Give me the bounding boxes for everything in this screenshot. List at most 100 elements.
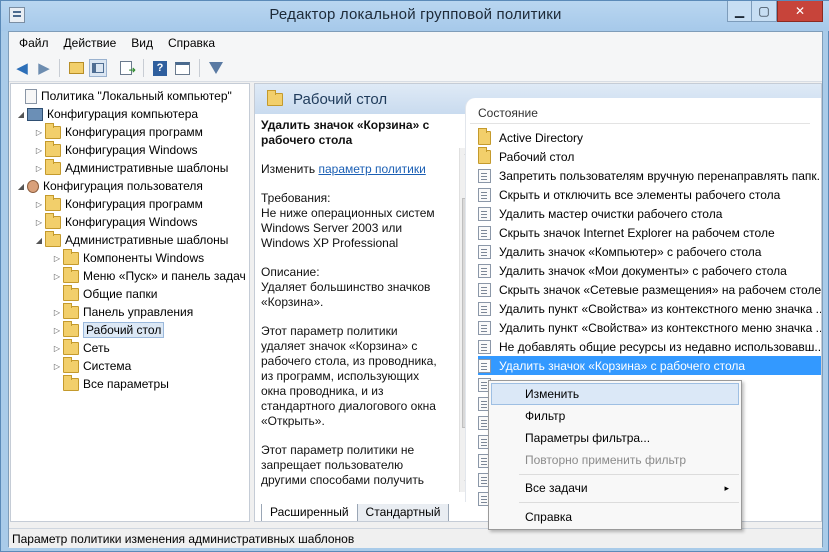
menu-item-edit[interactable]: Изменить <box>491 383 739 405</box>
title-bar[interactable]: Редактор локальной групповой политики ▁ … <box>1 1 829 31</box>
list-item[interactable]: Не добавлять общие ресурсы из недавно ис… <box>478 337 821 356</box>
properties-icon[interactable] <box>173 59 191 77</box>
list-item[interactable]: Скрыть и отключить все элементы рабочего… <box>478 185 780 204</box>
tree-node-label: Панель управления <box>83 305 194 319</box>
collapse-arrow-icon[interactable]: ◢ <box>15 110 27 119</box>
list-item[interactable]: Удалить пункт «Свойства» из контекстного… <box>478 318 821 337</box>
list-item[interactable]: Удалить значок «Корзина» с рабочего стол… <box>478 356 821 375</box>
list-item[interactable]: Рабочий стол <box>478 146 574 166</box>
menu-item-filter[interactable]: Фильтр <box>491 405 739 427</box>
toolbar-separator <box>143 59 144 77</box>
list-item-label: Active Directory <box>499 130 584 145</box>
collapse-arrow-icon[interactable]: ◢ <box>15 182 27 191</box>
tree-node-cc-admin[interactable]: ▷ Административные шаблоны <box>33 158 228 177</box>
tree-node-desktop[interactable]: ▷ Рабочий стол <box>51 320 165 339</box>
expand-arrow-icon[interactable]: ▷ <box>51 254 63 263</box>
filter-icon[interactable] <box>207 59 225 77</box>
help-icon[interactable]: ? <box>151 59 169 77</box>
list-item-label: Удалить пункт «Свойства» из контекстного… <box>499 301 822 316</box>
tree-node-system[interactable]: ▷ Система <box>51 356 131 375</box>
tree-node-components[interactable]: ▷ Компоненты Windows <box>51 248 204 267</box>
console-tree: Политика "Локальный компьютер" ◢ Конфигу… <box>10 83 250 522</box>
list-item[interactable]: Скрыть значок «Сетевые размещения» на ра… <box>478 280 821 299</box>
close-button[interactable]: ✕ <box>777 1 823 22</box>
list-item[interactable]: Удалить значок «Компьютер» с рабочего ст… <box>478 242 761 261</box>
policy-setting-icon <box>478 244 491 259</box>
policy-setting-icon <box>478 206 491 221</box>
export-list-icon[interactable]: ➜ <box>117 59 136 77</box>
list-item-label: Скрыть значок Internet Explorer на рабоч… <box>499 225 775 240</box>
expand-arrow-icon[interactable]: ▷ <box>33 128 45 137</box>
list-item[interactable]: Active Directory <box>478 127 584 147</box>
requirements-text: Требования: Не ниже операционных систем … <box>261 191 435 250</box>
expand-arrow-icon[interactable]: ▷ <box>51 326 63 335</box>
menu-item-all-tasks[interactable]: Все задачи ▸ <box>491 477 739 499</box>
menu-item-help[interactable]: Справка <box>491 506 739 528</box>
back-arrow-icon[interactable]: ◀ <box>13 59 31 77</box>
policy-description: Удалить значок «Корзина» с рабочего стол… <box>261 118 445 492</box>
expand-arrow-icon[interactable]: ▷ <box>33 200 45 209</box>
folder-icon <box>63 302 79 319</box>
list-item[interactable]: Скрыть значок Internet Explorer на рабоч… <box>478 223 775 242</box>
menu-file[interactable]: Файл <box>13 34 55 52</box>
expand-arrow-icon[interactable]: ▷ <box>51 272 63 281</box>
tree-node-label: Сеть <box>83 341 110 355</box>
expand-arrow-icon[interactable]: ▷ <box>51 308 63 317</box>
collapse-arrow-icon[interactable]: ◢ <box>33 236 45 245</box>
folder-icon <box>63 338 79 355</box>
list-item-label: Скрыть и отключить все элементы рабочего… <box>499 187 781 202</box>
tree-node-label: Конфигурация Windows <box>65 143 198 157</box>
tree-node-network[interactable]: ▷ Сеть <box>51 338 110 357</box>
tree-node-shared-folders[interactable]: Общие папки <box>51 284 158 303</box>
edit-policy-link[interactable]: параметр политики <box>318 162 425 176</box>
list-item[interactable]: Удалить пункт «Свойства» из контекстного… <box>478 299 822 318</box>
menu-help[interactable]: Справка <box>162 34 221 52</box>
tree-node-cc-windows[interactable]: ▷ Конфигурация Windows <box>33 140 198 159</box>
forward-arrow-icon[interactable]: ▶ <box>35 59 53 77</box>
column-header-state[interactable]: Состояние <box>470 102 810 124</box>
tree-node-uc-windows[interactable]: ▷ Конфигурация Windows <box>33 212 198 231</box>
tree-node-cc-programs[interactable]: ▷ Конфигурация программ <box>33 122 203 141</box>
list-item-label: Запретить пользователям вручную перенапр… <box>499 168 822 183</box>
tree-node-start-menu[interactable]: ▷ Меню «Пуск» и панель задач <box>51 266 246 285</box>
folder-icon <box>63 320 79 337</box>
tree-node-user-config[interactable]: ◢ Конфигурация пользователя <box>15 177 203 195</box>
minimize-button[interactable]: ▁ <box>727 1 752 22</box>
expand-arrow-icon[interactable]: ▷ <box>51 362 63 371</box>
list-item[interactable]: Удалить мастер очистки рабочего стола <box>478 204 722 223</box>
expand-arrow-icon[interactable]: ▷ <box>33 218 45 227</box>
tree-node-label: Все параметры <box>83 377 169 391</box>
menu-item-reapply-filter: Повторно применить фильтр <box>491 449 739 471</box>
tree-node-label: Общие папки <box>83 287 158 301</box>
tree-node-uc-programs[interactable]: ▷ Конфигурация программ <box>33 194 203 213</box>
expand-arrow-icon[interactable]: ▷ <box>51 344 63 353</box>
gpedit-window: Редактор локальной групповой политики ▁ … <box>0 0 829 552</box>
tree-node-control-panel[interactable]: ▷ Панель управления <box>51 302 194 321</box>
tree-node-label: Политика "Локальный компьютер" <box>41 89 232 103</box>
expand-arrow-icon[interactable]: ▷ <box>33 164 45 173</box>
tree-node-uc-admin[interactable]: ◢ Административные шаблоны <box>33 230 228 249</box>
tab-standard[interactable]: Стандартный <box>356 504 450 521</box>
tab-extended[interactable]: Расширенный <box>261 504 358 521</box>
menu-item-filter-params[interactable]: Параметры фильтра... <box>491 427 739 449</box>
folder-icon <box>63 248 79 265</box>
maximize-button[interactable]: ▢ <box>752 1 777 22</box>
menu-view[interactable]: Вид <box>125 34 159 52</box>
show-hide-tree-icon[interactable] <box>89 59 107 77</box>
up-folder-icon[interactable] <box>67 59 85 77</box>
description-text: Описание: Удаляет большинство значков «К… <box>261 265 431 309</box>
expand-arrow-icon[interactable]: ▷ <box>33 146 45 155</box>
tree-node-all-settings[interactable]: Все параметры <box>51 374 169 393</box>
policy-setting-icon <box>478 225 491 240</box>
list-item[interactable]: Запретить пользователям вручную перенапр… <box>478 166 822 185</box>
menu-action[interactable]: Действие <box>58 34 123 52</box>
list-item[interactable]: Удалить значок «Мои документы» с рабочег… <box>478 261 787 280</box>
tree-node-computer-config[interactable]: ◢ Конфигурация компьютера <box>15 105 198 123</box>
toolbar-separator <box>199 59 200 77</box>
menu-separator <box>519 474 739 475</box>
policy-document-icon <box>25 88 37 104</box>
policy-setting-icon <box>478 301 491 316</box>
folder-icon <box>478 127 491 145</box>
tree-node-root[interactable]: Политика "Локальный компьютер" <box>13 87 232 105</box>
context-menu: Изменить Фильтр Параметры фильтра... Пов… <box>488 380 742 530</box>
